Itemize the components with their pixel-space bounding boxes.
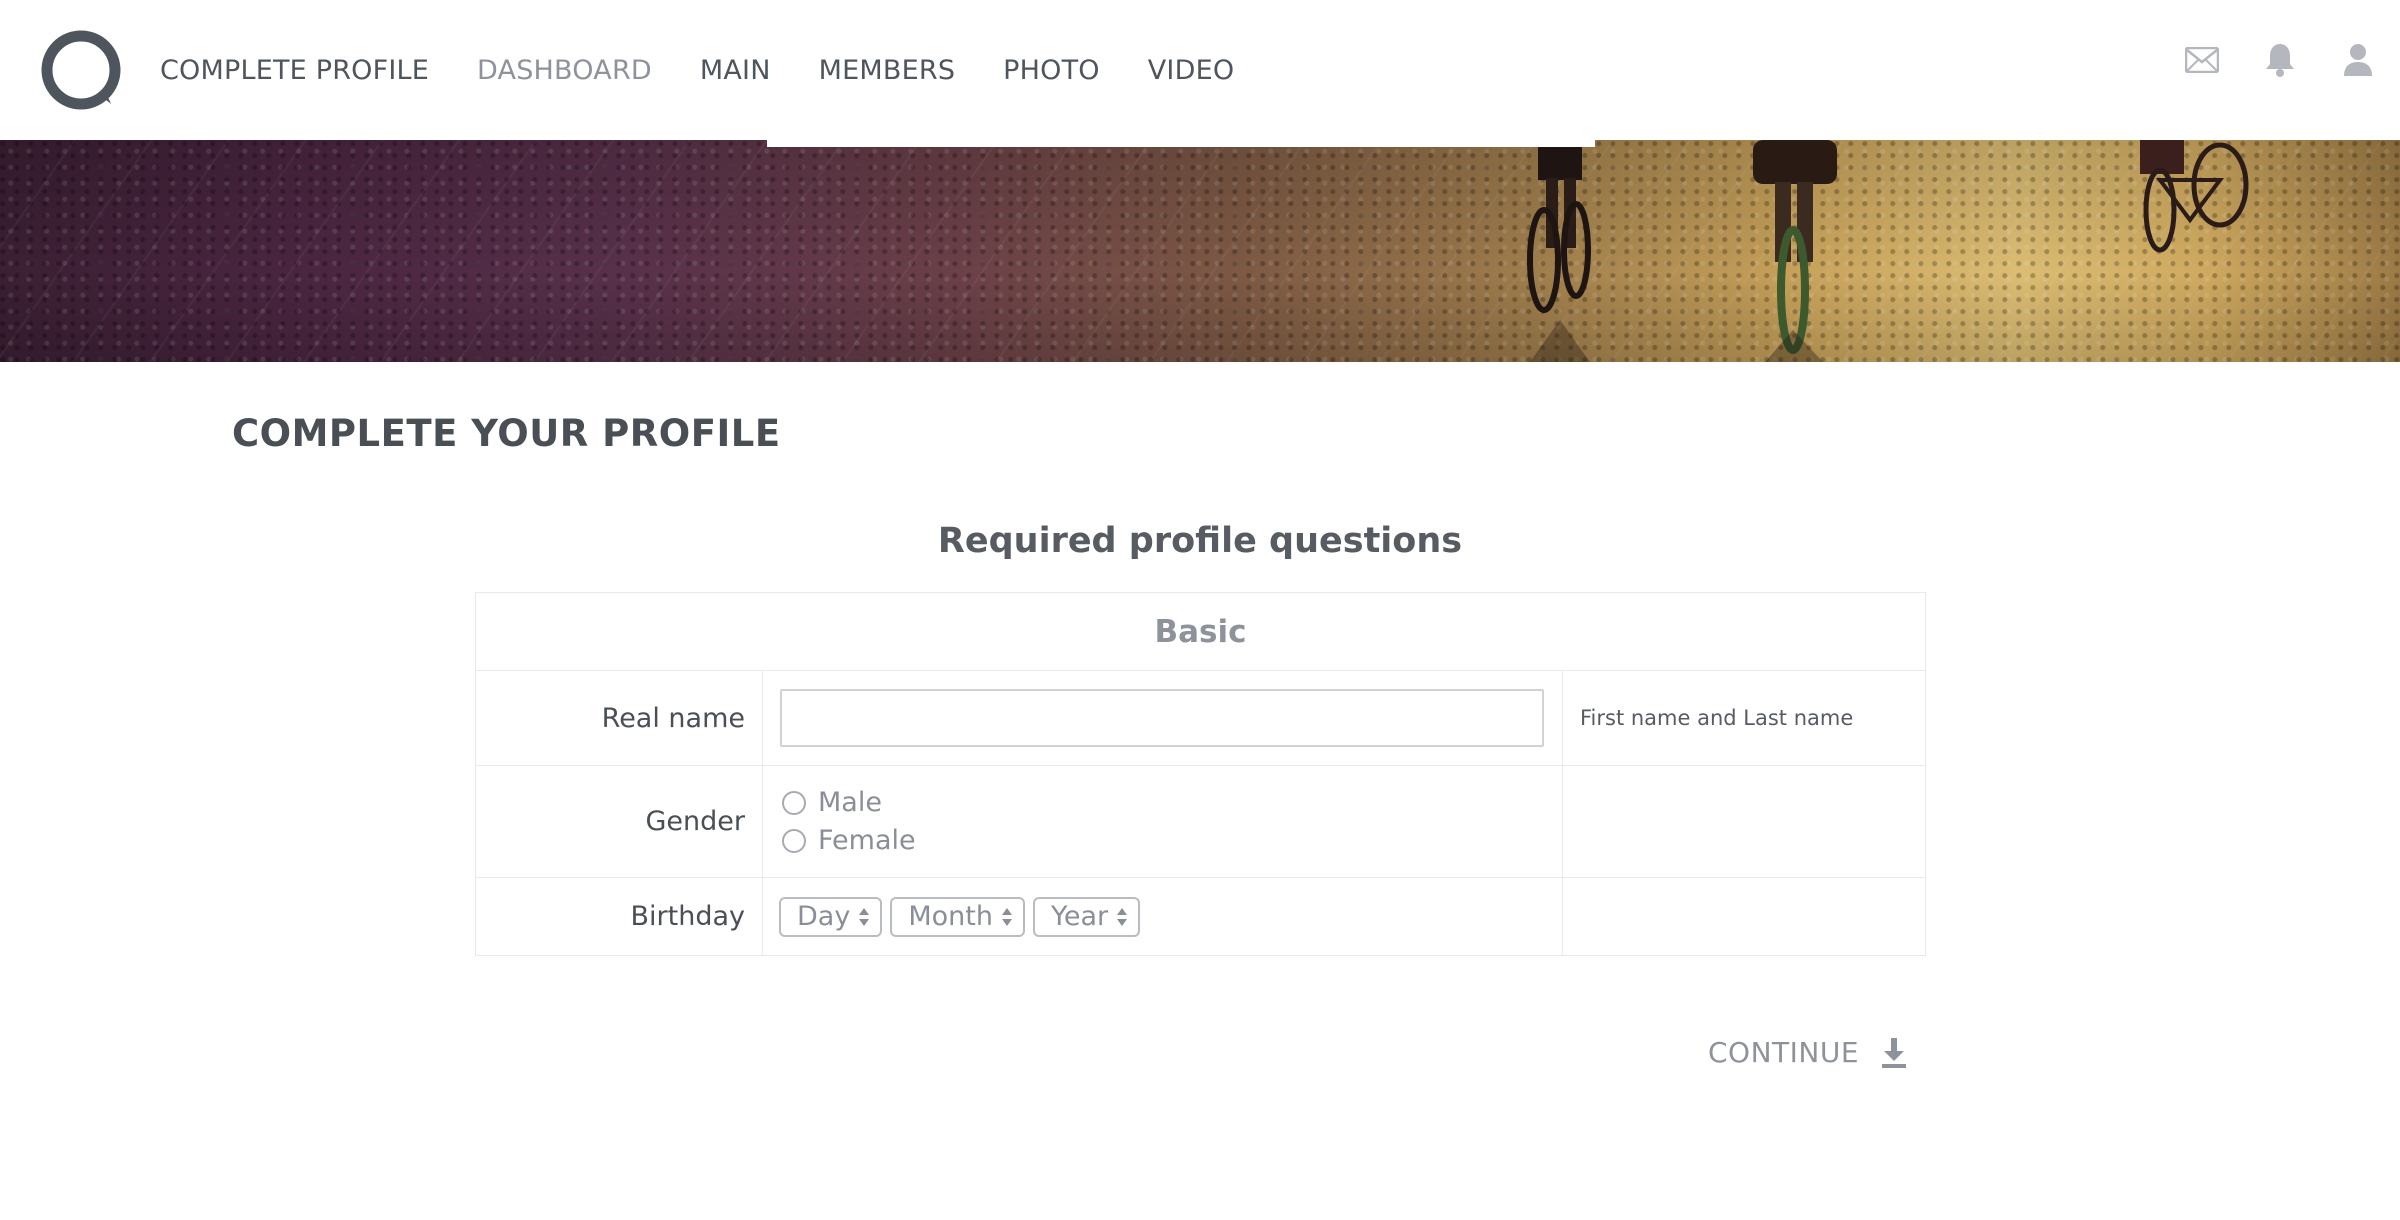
- year-select-value: Year: [1050, 901, 1109, 932]
- gender-label: Gender: [475, 765, 763, 878]
- logo-icon[interactable]: [39, 28, 123, 112]
- birthday-selects: Day Month Year: [762, 877, 1563, 956]
- profile-questions-table: Basic Real name First name and Last name…: [474, 592, 1927, 956]
- nav-item-video[interactable]: VIDEO: [1148, 55, 1235, 86]
- continue-label: CONTINUE: [1708, 1036, 1860, 1069]
- birthday-month-select[interactable]: Month: [890, 896, 1025, 937]
- nav-item-members[interactable]: MEMBERS: [819, 55, 956, 86]
- mail-icon[interactable]: [2180, 38, 2224, 82]
- nav-item-complete-profile[interactable]: COMPLETE PROFILE: [160, 55, 429, 86]
- real-name-cell: [762, 670, 1563, 766]
- download-arrow-icon: [1881, 1037, 1907, 1069]
- nav-item-main[interactable]: MAIN: [700, 55, 771, 86]
- header-actions: [2146, 38, 2380, 82]
- continue-button[interactable]: CONTINUE: [1708, 1036, 1907, 1069]
- gender-female-label: Female: [818, 825, 916, 856]
- main-nav: COMPLETE PROFILE DASHBOARD MAIN MEMBERS …: [160, 0, 1282, 140]
- radio-female[interactable]: [782, 828, 806, 853]
- real-name-label: Real name: [475, 670, 763, 766]
- group-header: Basic: [474, 592, 1927, 671]
- gender-male-label: Male: [818, 787, 882, 818]
- month-select-value: Month: [908, 901, 993, 932]
- gender-options: Male Female: [762, 765, 1563, 878]
- banner-light-streaks: [0, 140, 2400, 362]
- top-header: COMPLETE PROFILE DASHBOARD MAIN MEMBERS …: [0, 0, 2400, 140]
- section-title: Required profile questions: [937, 521, 1463, 561]
- gender-description: [1561, 765, 1927, 878]
- cover-banner: [0, 140, 2400, 362]
- gender-male-option[interactable]: Male: [782, 784, 1562, 822]
- real-name-description: First name and Last name: [1561, 670, 1927, 766]
- birthday-year-select[interactable]: Year: [1032, 896, 1141, 937]
- cyclist-silhouette: [1753, 140, 1837, 362]
- birthday-description: [1561, 877, 1927, 956]
- select-arrows-icon: [858, 906, 870, 928]
- table-row: Birthday Day Month Year: [475, 877, 1927, 956]
- gender-female-option[interactable]: Female: [782, 822, 1562, 860]
- cyclist-silhouette: [1527, 140, 1591, 362]
- table-row: Gender Male Female: [475, 765, 1927, 878]
- nav-item-photo[interactable]: PHOTO: [1003, 55, 1100, 86]
- real-name-input[interactable]: [780, 689, 1544, 747]
- table-row: Real name First name and Last name: [475, 670, 1927, 766]
- select-arrows-icon: [1001, 906, 1013, 928]
- radio-male[interactable]: [782, 790, 806, 815]
- user-icon[interactable]: [2336, 38, 2380, 82]
- day-select-value: Day: [797, 901, 851, 932]
- bell-icon[interactable]: [2258, 38, 2302, 82]
- nav-item-dashboard[interactable]: DASHBOARD: [477, 55, 652, 86]
- cyclist-silhouette: [2140, 140, 2249, 253]
- page-title: COMPLETE YOUR PROFILE: [232, 412, 781, 455]
- birthday-day-select[interactable]: Day: [779, 896, 883, 937]
- active-tab-indicator: [767, 140, 1595, 147]
- birthday-label: Birthday: [475, 877, 763, 956]
- select-arrows-icon: [1116, 906, 1128, 928]
